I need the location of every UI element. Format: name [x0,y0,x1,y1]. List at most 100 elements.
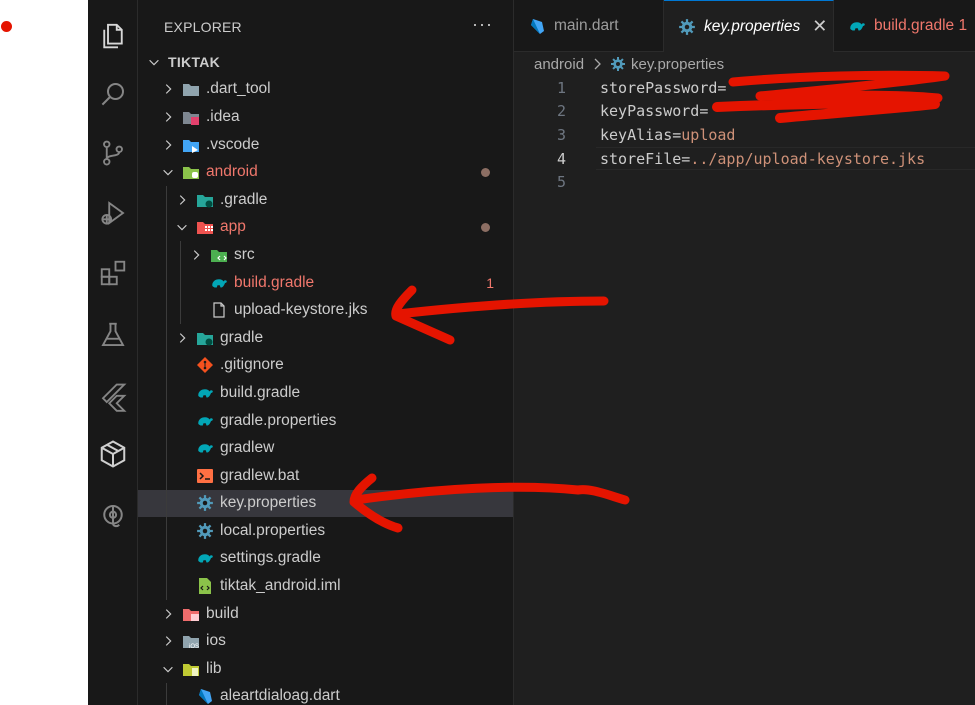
gear-icon [196,522,214,540]
tree-item-label: gradle.properties [220,411,337,429]
editor-tab[interactable]: build.gradle 1 [834,0,975,52]
tree-item[interactable]: key.properties [138,489,513,518]
files-icon[interactable] [88,16,138,56]
extensions-icon[interactable] [88,253,138,293]
indent-guide [166,489,167,518]
indent-guide [166,296,167,324]
explorer-more-actions-icon[interactable]: ··· [472,14,493,35]
tree-item[interactable]: .idea [138,103,513,131]
source-control-icon[interactable] [88,133,138,173]
tree-item[interactable]: build.gradle 1 [138,268,513,297]
indent-guide [166,461,167,490]
chevron-right-icon[interactable] [174,192,190,208]
line-number: 2 [556,102,566,121]
testing-icon[interactable] [88,315,138,355]
code-editor[interactable]: 1 storePassword= 2 keyPassword= 3 keyAlias=up… [514,76,975,194]
tree-item[interactable]: gradlew [138,434,513,462]
chevron-right-icon [594,58,601,70]
tree-item[interactable]: .vscode [138,131,513,159]
tree-item[interactable]: tiktak_android.iml [138,572,513,600]
chevron-right-icon[interactable] [160,109,176,125]
folder-idea-icon [182,108,200,126]
tree-item[interactable]: aleartdialoag.dart [138,682,513,705]
tree-item[interactable]: upload-keystore.jks [138,296,513,324]
chevron-right-icon[interactable] [160,633,176,649]
tree-item[interactable]: android [138,158,513,186]
tree-item-label: build.gradle [234,273,315,291]
package-box-icon[interactable] [88,434,138,474]
tree-item[interactable]: lib [138,655,513,683]
tree-item[interactable]: gradlew.bat [138,461,513,490]
tree-item-label: TIKTAK [168,53,221,70]
chevron-down-icon[interactable] [160,164,176,180]
tree-item[interactable]: .dart_tool [138,76,513,104]
code-text: keyAlias=upload [600,126,735,144]
tree-item[interactable]: iOS ios [138,627,513,655]
editor-tab[interactable]: key.properties ✕ [664,0,834,52]
code-line[interactable]: 4 storeFile=../app/upload-keystore.jks [514,146,975,171]
tree-item[interactable]: settings.gradle [138,544,513,573]
tree-item-label: settings.gradle [220,549,321,567]
indent-guide [166,544,167,573]
chevron-right-icon[interactable] [160,606,176,622]
tree-item[interactable]: src [138,241,513,269]
close-tab-icon[interactable]: ✕ [812,16,827,37]
tree-item[interactable]: build.gradle [138,379,513,407]
tree-item[interactable]: build [138,600,513,628]
chevron-right-icon[interactable] [188,247,204,263]
tree-item[interactable]: local.properties [138,517,513,545]
chevron-right-icon[interactable] [160,81,176,97]
run-debug-icon[interactable] [88,193,138,233]
flutter-icon[interactable] [88,377,138,417]
chevron-right-icon[interactable] [174,330,190,346]
code-line[interactable]: 3 keyAlias=upload [514,123,975,147]
tree-item-label: .gitignore [220,356,284,374]
tree-item[interactable]: gradle.properties [138,406,513,435]
search-icon[interactable] [88,74,138,114]
property-key: keyAlias [600,125,673,144]
tree-item[interactable]: app [138,213,513,242]
tree-item-label: local.properties [220,521,326,539]
code-line[interactable]: 1 storePassword= [514,76,975,100]
breadcrumb-folder[interactable]: android [534,56,584,73]
chevron-right-icon[interactable] [160,137,176,153]
property-key: storePassword [600,78,718,97]
tree-item-label: .gradle [220,190,268,208]
gear-icon [611,57,626,71]
tree-item[interactable]: .gitignore [138,351,513,380]
chevron-down-icon[interactable] [160,661,176,677]
indent-guide [180,296,181,324]
code-line[interactable]: 2 keyPassword= [514,100,975,124]
chevron-down-icon[interactable] [174,219,190,235]
indent-guide [180,241,181,269]
editor-tab-label: key.properties [704,17,801,35]
code-line[interactable]: 5 [514,170,975,194]
tree-item[interactable]: gradle [138,323,513,352]
remote-explorer-icon[interactable] [88,496,138,536]
gradle-icon [210,274,228,292]
tree-item-label: lib [206,659,222,677]
editor-tab[interactable]: main.dart [514,0,664,52]
equals-sign: = [672,125,682,144]
property-value: ../app/upload-keystore.jks [690,149,926,168]
tree-item[interactable]: TIKTAK [138,48,513,76]
problem-count-badge: 1 [486,274,494,291]
iml-icon [196,577,214,595]
dart-icon [196,687,214,705]
breadcrumb-file[interactable]: key.properties [631,56,724,73]
tree-item-label: android [206,163,258,181]
indent-guide [166,185,167,214]
terminal-icon [196,467,214,485]
code-text: storeFile=../app/upload-keystore.jks [600,150,925,168]
chevron-down-icon[interactable] [146,54,162,70]
folder-icon [182,80,200,98]
indent-guide [166,323,167,352]
tree-item[interactable]: .gradle [138,185,513,214]
code-text: keyPassword= [600,102,708,120]
